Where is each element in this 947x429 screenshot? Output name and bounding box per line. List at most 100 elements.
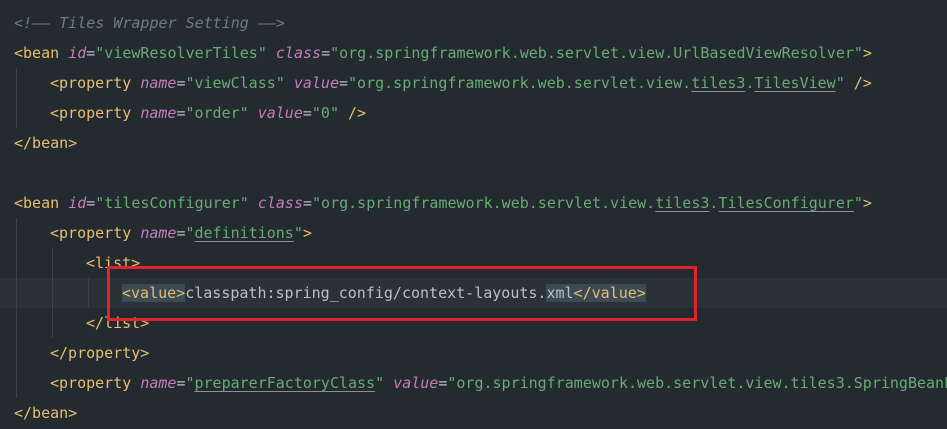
code-token: id — [68, 44, 87, 62]
code-token: </value> — [573, 284, 646, 302]
code-token: </property> — [50, 344, 150, 362]
code-token: classpath:spring_config/context-layouts. — [185, 284, 547, 302]
indent-guide — [16, 308, 17, 338]
code-line[interactable]: <property name="order" value="0" /> — [0, 98, 947, 128]
code-token: " — [185, 224, 195, 242]
code-token: = — [302, 104, 312, 122]
code-text: <!—— Tiles Wrapper Setting ——> — [14, 8, 285, 38]
code-token: > — [862, 194, 872, 212]
code-token: " — [853, 194, 863, 212]
code-line[interactable] — [0, 158, 947, 188]
code-token: <bean — [14, 44, 69, 62]
code-text: <property name="viewClass" value="org.sp… — [50, 68, 872, 98]
code-token: = — [303, 194, 313, 212]
code-token: id — [68, 194, 87, 212]
code-token: = — [86, 44, 96, 62]
code-token: class — [257, 194, 303, 212]
code-token: <value> — [122, 284, 186, 302]
code-text: </property> — [50, 338, 149, 368]
code-line[interactable]: <value>classpath:spring_config/context-l… — [0, 278, 947, 308]
code-text: </bean> — [14, 128, 77, 158]
code-token: class — [275, 44, 322, 62]
code-line[interactable]: </bean> — [0, 398, 947, 428]
code-line[interactable]: </bean> — [0, 128, 947, 158]
code-token: <property — [50, 374, 141, 392]
code-token: " — [835, 74, 845, 92]
code-text: <bean id="tilesConfigurer" class="org.sp… — [14, 188, 872, 218]
code-token: TilesConfigurer — [718, 194, 854, 212]
code-token: /> — [844, 74, 872, 92]
code-line[interactable]: <property name="viewClass" value="org.sp… — [0, 68, 947, 98]
code-token: <!—— Tiles Wrapper Setting ——> — [14, 14, 285, 32]
code-token: "org.springframework.web.servlet.view. — [348, 74, 692, 92]
code-token: preparerFactoryClass — [194, 374, 376, 392]
code-token: <bean — [14, 194, 69, 212]
indent-guide — [16, 338, 17, 368]
code-token: <property — [50, 104, 141, 122]
code-text: <property name="order" value="0" /> — [50, 98, 366, 128]
code-token: tiles3 — [691, 74, 746, 92]
indent-guide — [16, 68, 17, 98]
code-line[interactable]: <!—— Tiles Wrapper Setting ——> — [0, 8, 947, 38]
code-token: "tilesConfigurer" — [95, 194, 249, 212]
code-token: tiles3 — [655, 194, 710, 212]
code-token: name — [140, 374, 177, 392]
code-token: value — [393, 374, 439, 392]
code-token: value — [293, 74, 339, 92]
code-token: " — [185, 374, 195, 392]
code-token: > — [302, 224, 312, 242]
code-token: "viewResolverTiles" — [95, 44, 267, 62]
code-text: </list> — [86, 308, 149, 338]
code-token: </bean> — [14, 404, 78, 422]
code-token: /> — [339, 104, 367, 122]
code-token: > — [862, 44, 872, 62]
code-token: name — [140, 104, 177, 122]
code-token: </bean> — [14, 134, 78, 152]
code-token: = — [321, 44, 331, 62]
code-text: <property name="definitions"> — [50, 218, 312, 248]
code-text: <value>classpath:spring_config/context-l… — [122, 278, 646, 308]
code-token: definitions — [194, 224, 294, 242]
code-token: <property — [50, 74, 141, 92]
code-line[interactable]: <list> — [0, 248, 947, 278]
indent-guide — [16, 278, 17, 308]
code-line[interactable]: <property name="definitions"> — [0, 218, 947, 248]
code-text: <bean id="viewResolverTiles" class="org.… — [14, 38, 872, 68]
code-token: = — [339, 74, 349, 92]
code-token: xml — [546, 284, 574, 302]
indent-guide — [52, 248, 53, 278]
code-text: </bean> — [14, 398, 77, 428]
code-line[interactable]: </property> — [0, 338, 947, 368]
code-text: <property name="preparerFactoryClass" va… — [50, 368, 947, 398]
code-token: = — [86, 194, 96, 212]
code-line[interactable]: <bean id="viewResolverTiles" class="org.… — [0, 38, 947, 68]
code-text: <list> — [86, 248, 140, 278]
code-token: "org.springframework.web.servlet.view.Ur… — [330, 44, 863, 62]
code-token: value — [257, 104, 303, 122]
code-token: </list> — [86, 314, 150, 332]
indent-guide — [16, 248, 17, 278]
code-line[interactable]: <property name="preparerFactoryClass" va… — [0, 368, 947, 398]
indent-guide — [16, 218, 17, 248]
code-token: "org.springframework.web.servlet.view. — [312, 194, 656, 212]
indent-guide — [16, 368, 17, 398]
indent-guide — [88, 278, 89, 308]
indent-guide — [16, 98, 17, 128]
code-line[interactable]: <bean id="tilesConfigurer" class="org.sp… — [0, 188, 947, 218]
code-token: <property — [50, 224, 141, 242]
code-token: TilesView — [754, 74, 836, 92]
code-token: "0" — [311, 104, 339, 122]
code-token: " — [375, 374, 385, 392]
code-token: <list> — [86, 254, 141, 272]
code-token: "viewClass" — [185, 74, 285, 92]
code-line[interactable]: </list> — [0, 308, 947, 338]
code-token: name — [140, 224, 177, 242]
code-token: name — [140, 74, 177, 92]
code-editor[interactable]: <!—— Tiles Wrapper Setting ——> <bean id="… — [0, 0, 947, 429]
code-token: "org.springframework.web.servlet.view.ti… — [447, 374, 947, 392]
